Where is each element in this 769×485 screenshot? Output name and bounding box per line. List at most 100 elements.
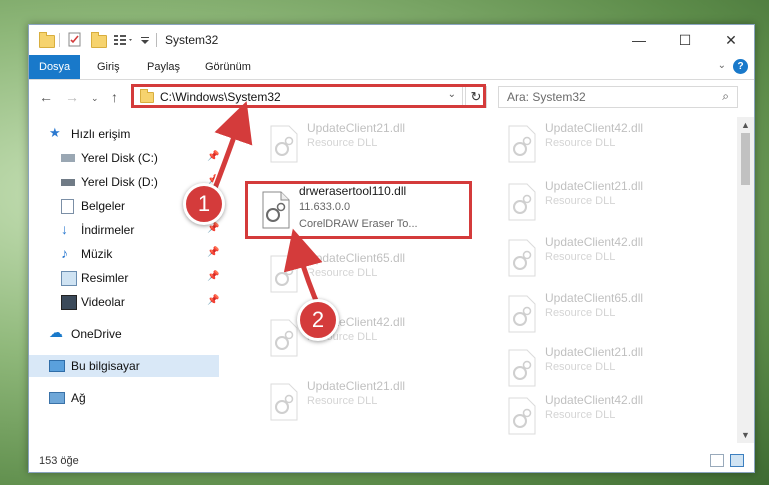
status-bar: 153 öğe (29, 450, 754, 472)
properties-icon[interactable] (67, 32, 83, 48)
pin-icon[interactable]: 📌 (207, 295, 219, 306)
scroll-up-icon[interactable]: ▲ (741, 120, 750, 130)
file-item[interactable]: UpdateClient21.dll Resource DLL (257, 117, 477, 169)
dll-file-icon (270, 319, 298, 357)
sidebar-item-label: Bu bilgisayar (71, 359, 140, 373)
downloads-icon: ↓ (61, 221, 68, 237)
customize-toolbar-icon[interactable] (139, 32, 151, 48)
close-button[interactable]: ✕ (708, 25, 754, 55)
sidebar-item-label: Yerel Disk (C:) (81, 151, 158, 165)
network-icon (49, 392, 65, 404)
pin-icon[interactable]: 📌 (207, 151, 219, 162)
dll-file-icon (270, 125, 298, 163)
help-icon[interactable]: ? (733, 59, 748, 74)
sidebar-item-label: Videolar (81, 295, 125, 309)
file-item[interactable]: UpdateClient42.dll Resource DLL (495, 231, 715, 283)
file-item[interactable]: UpdateClient65.dll Resource DLL (257, 247, 477, 299)
star-icon: ★ (49, 125, 61, 140)
tab-paylas[interactable]: Paylaş (137, 55, 190, 79)
dll-file-icon (508, 183, 536, 221)
sidebar-item-pictures[interactable]: Resimler 📌 (29, 267, 219, 289)
up-arrow-icon[interactable]: ↑ (111, 89, 118, 105)
sidebar-item-quick-access[interactable]: ★ Hızlı erişim (29, 123, 219, 145)
dll-file-icon (508, 295, 536, 333)
pin-icon[interactable]: 📌 (207, 247, 219, 258)
file-name: UpdateClient21.dll (307, 121, 406, 135)
file-description: Resource DLL (307, 395, 378, 407)
pin-icon[interactable]: 📌 (207, 271, 219, 282)
file-highlight-box (245, 181, 472, 239)
search-input[interactable]: Ara: System32 ⌕ (498, 86, 738, 108)
file-item[interactable]: UpdateClient21.dll Resource DLL (257, 375, 477, 427)
chevron-down-icon[interactable]: ⌄ (718, 60, 726, 71)
file-name: UpdateClient21.dll (545, 179, 644, 193)
folder-icon[interactable] (39, 32, 55, 48)
back-arrow-icon[interactable]: ← (39, 89, 53, 105)
computer-icon (49, 360, 65, 372)
file-item[interactable]: UpdateClient42.dll Resource DLL (495, 389, 715, 441)
title-bar: System32 — ☐ ✕ (29, 25, 754, 55)
file-description: Resource DLL (545, 251, 616, 263)
sidebar-item-music[interactable]: ♪ Müzik 📌 (29, 243, 219, 265)
view-options-icon[interactable] (113, 32, 135, 48)
sidebar-item-drive-c[interactable]: Yerel Disk (C:) 📌 (29, 147, 219, 169)
pictures-icon (61, 271, 77, 286)
file-list-pane: UpdateClient21.dll Resource DLL drwerase… (227, 117, 733, 443)
divider (59, 33, 60, 47)
file-item[interactable]: UpdateClient21.dll Resource DLL (495, 341, 715, 393)
scroll-thumb[interactable] (741, 133, 750, 185)
ribbon-tabs: Dosya Giriş Paylaş Görünüm ⌄ ? (29, 55, 754, 80)
tab-giris[interactable]: Giriş (87, 55, 130, 79)
tab-gorunum[interactable]: Görünüm (195, 55, 261, 79)
file-item[interactable]: UpdateClient21.dll Resource DLL (495, 175, 715, 227)
title-separator (156, 33, 157, 47)
sidebar-item-label: Müzik (81, 247, 113, 261)
file-name: UpdateClient21.dll (545, 345, 644, 359)
callout-step-2: 2 (297, 299, 339, 341)
onedrive-icon: ☁ (49, 324, 63, 340)
new-folder-icon[interactable] (91, 32, 107, 48)
sidebar-item-label: Belgeler (81, 199, 126, 213)
file-description: Resource DLL (545, 137, 616, 149)
search-icon[interactable]: ⌕ (722, 89, 729, 104)
file-description: Resource DLL (545, 409, 616, 421)
sidebar-item-label: OneDrive (71, 327, 122, 341)
file-name: UpdateClient65.dll (545, 291, 644, 305)
scroll-down-icon[interactable]: ▼ (741, 430, 750, 440)
maximize-button[interactable]: ☐ (662, 25, 708, 55)
drive-c-icon (61, 154, 75, 162)
file-item[interactable]: UpdateClient42.dll Resource DLL (257, 311, 477, 363)
minimize-button[interactable]: — (616, 25, 662, 55)
details-view-icon[interactable] (710, 454, 724, 467)
callout-step-1: 1 (183, 183, 225, 225)
tab-dosya[interactable]: Dosya (29, 55, 81, 79)
dll-file-icon (508, 239, 536, 277)
file-description: Resource DLL (545, 361, 616, 373)
item-count: 153 öğe (39, 455, 79, 467)
drive-d-icon (61, 179, 75, 186)
file-name: UpdateClient42.dll (545, 235, 644, 249)
vertical-scrollbar[interactable]: ▲ ▼ (737, 117, 754, 443)
pin-icon[interactable]: 📌 (207, 223, 219, 234)
sidebar-item-onedrive[interactable]: ☁ OneDrive (29, 323, 219, 345)
file-name: UpdateClient42.dll (545, 393, 644, 407)
navigation-bar: ← → ⌄ ↑ C:\Windows\System32 ⌄ ↻ Ara: Sys… (29, 81, 754, 113)
sidebar-item-videos[interactable]: Videolar 📌 (29, 291, 219, 313)
address-highlight-box (131, 84, 486, 108)
sidebar-item-network[interactable]: Ağ (29, 387, 219, 409)
explorer-window: System32 — ☐ ✕ Dosya Giriş Paylaş Görünü… (28, 24, 755, 473)
file-item[interactable]: UpdateClient42.dll Resource DLL (495, 117, 715, 169)
file-name: UpdateClient65.dll (307, 251, 406, 265)
forward-arrow-icon[interactable]: → (65, 89, 79, 105)
recent-locations-icon[interactable]: ⌄ (91, 93, 99, 104)
large-icons-view-icon[interactable] (730, 454, 744, 467)
navigation-pane: ★ Hızlı erişim Yerel Disk (C:) 📌 Yerel D… (29, 117, 221, 443)
file-description: Resource DLL (307, 267, 378, 279)
dll-file-icon (508, 349, 536, 387)
sidebar-item-label: Resimler (81, 271, 129, 285)
sidebar-item-downloads[interactable]: ↓ İndirmeler 📌 (29, 219, 219, 241)
file-item[interactable]: UpdateClient65.dll Resource DLL (495, 287, 715, 339)
dll-file-icon (270, 255, 298, 293)
sidebar-item-this-pc[interactable]: Bu bilgisayar (29, 355, 219, 377)
file-name: UpdateClient21.dll (307, 379, 406, 393)
